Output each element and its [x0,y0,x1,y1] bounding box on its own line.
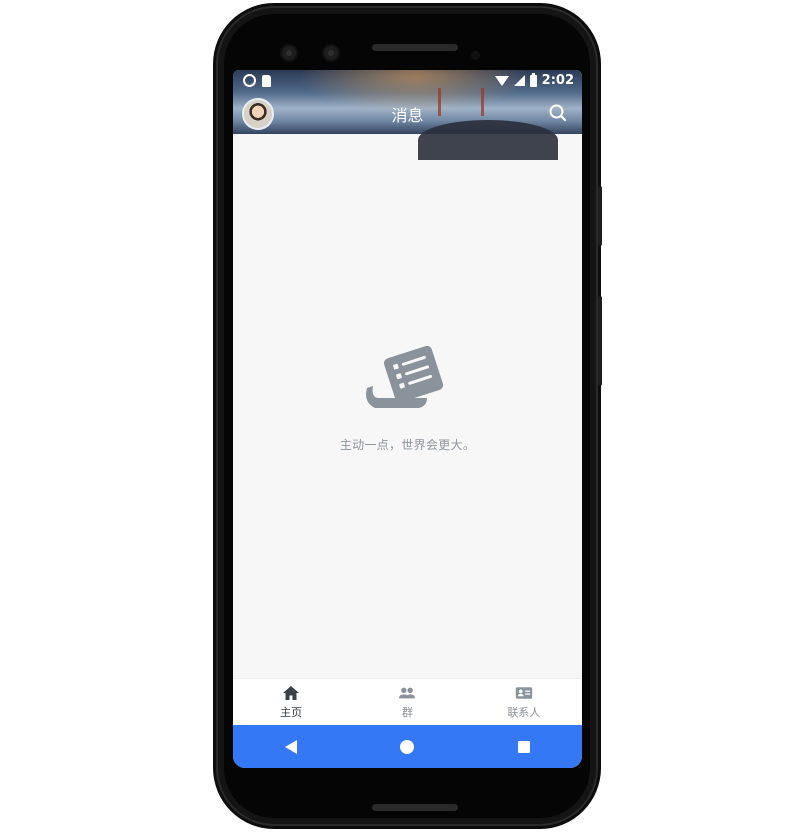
proximity-sensor [471,51,480,60]
power-button [598,186,602,246]
bottom-speaker [372,804,458,811]
nav-label-contacts: 联系人 [507,706,541,719]
nav-item-group[interactable]: 群 [349,679,465,726]
status-bar: 2:02 [233,70,582,92]
home-circle-icon[interactable] [400,739,415,754]
group-icon [399,687,416,699]
bottom-nav: 主页 群 联系人 [233,678,582,726]
front-camera [282,46,296,60]
wifi-icon [494,75,509,86]
nav-item-contacts[interactable]: 联系人 [466,679,582,726]
status-time: 2:02 [541,73,574,88]
empty-message: 主动一点，世界会更大。 [339,438,476,452]
volume-button [598,296,602,386]
android-navigation-bar [233,725,582,768]
recent-apps-square-icon[interactable] [518,740,531,753]
toolbar: 消息 [233,92,582,134]
earpiece-speaker [372,44,458,51]
back-triangle-icon[interactable] [284,739,297,754]
battery-icon [529,72,537,87]
front-camera-secondary [324,46,338,60]
nav-item-home[interactable]: 主页 [233,679,349,726]
search-icon[interactable] [548,103,568,123]
page-title: 消息 [391,106,424,125]
home-icon [283,686,300,700]
nav-label-group: 群 [401,706,413,719]
nav-label-home: 主页 [280,706,303,719]
header-banner: 2:02 消息 [233,70,582,160]
sync-circle-icon [243,74,256,87]
app-screen: 2:02 消息 主动一点，世界会更大。 主页 群 联系人 [233,70,582,768]
empty-state: 主动一点，世界会更大。 [233,134,582,678]
cell-signal-icon [513,75,525,86]
sd-card-icon [262,74,271,87]
document-scroll-icon [366,346,444,408]
contact-card-icon [515,687,532,699]
